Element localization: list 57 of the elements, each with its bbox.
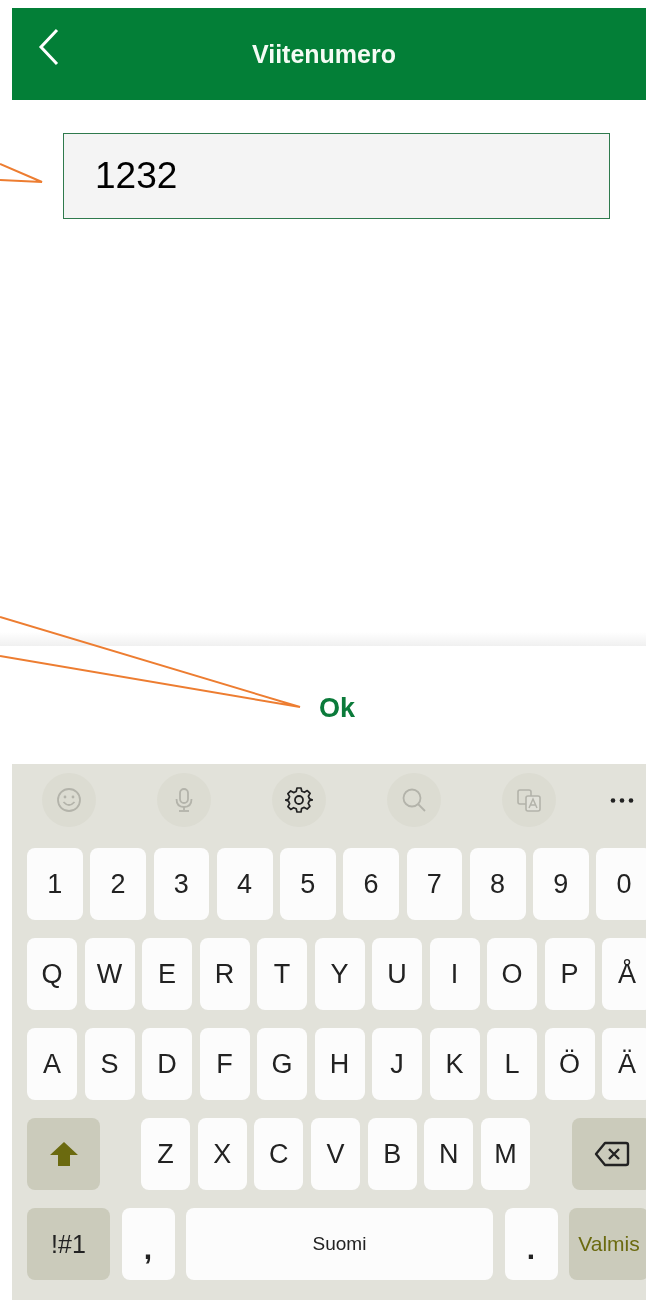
keyboard-key[interactable]: O [487,938,537,1010]
keyboard-key[interactable]: 9 [533,848,589,920]
keyboard-key[interactable]: 7 [406,848,463,920]
keyboard-key[interactable]: Ö [544,1028,595,1100]
keyboard-key[interactable]: Y [314,938,365,1010]
keyboard-key[interactable]: . [504,1208,558,1280]
keyboard-key[interactable]: R [199,938,250,1010]
keyboard-key[interactable]: 4 [216,848,273,920]
keyboard-key[interactable]: L [487,1028,537,1100]
keyboard-key[interactable]: B [367,1118,417,1190]
translate-icon [515,786,543,814]
keyboard-key[interactable]: V [310,1118,361,1190]
keyboard-key[interactable]: Q [27,938,77,1010]
keyboard-key[interactable]: U [372,938,422,1010]
keyboard-key[interactable]: H [314,1028,365,1100]
smiley-icon [55,786,83,814]
keyboard-key[interactable]: C [254,1118,304,1190]
keyboard-key[interactable]: Z [141,1118,191,1190]
keyboard-key[interactable]: 2 [90,848,146,920]
keyboard-key[interactable]: 5 [280,848,336,920]
symbols-key[interactable]: !#1 [27,1208,110,1280]
shift-key[interactable] [27,1118,100,1190]
back-icon [38,28,60,66]
keyboard-key[interactable]: G [257,1028,307,1100]
keyboard-key[interactable]: Å [602,938,646,1010]
keyboard-key[interactable]: T [257,938,307,1010]
keyboard-key[interactable]: 8 [469,848,526,920]
ok-button[interactable]: Ok [315,690,359,726]
space-key[interactable]: Suomi [186,1208,493,1280]
search-icon [400,786,428,814]
keyboard-key[interactable]: J [372,1028,422,1100]
leader-line [0,163,43,183]
keyboard-key[interactable]: I [429,938,480,1010]
keyboard-key[interactable]: 3 [153,848,210,920]
keyboard-key[interactable]: P [544,938,595,1010]
keyboard-key[interactable]: N [424,1118,474,1190]
keyboard-key[interactable]: 6 [343,848,399,920]
more-icon [609,797,635,803]
input-field[interactable]: 1232 [63,133,610,219]
keyboard-key[interactable]: A [27,1028,77,1100]
keyboard-key[interactable]: D [142,1028,192,1100]
keyboard-key[interactable]: M [480,1118,530,1190]
keyboard-key[interactable]: , [121,1208,175,1280]
keyboard-key[interactable]: F [199,1028,250,1100]
keyboard-key[interactable]: W [84,938,135,1010]
screen-title: Viitenumero [252,39,396,69]
keyboard-key[interactable]: X [197,1118,247,1190]
keyboard-key[interactable]: K [429,1028,480,1100]
keyboard-key[interactable]: 1 [27,848,83,920]
settings-icon [285,786,313,814]
keyboard-key[interactable]: Ä [602,1028,646,1100]
backspace-key[interactable] [572,1118,646,1190]
backspace-icon [594,1141,630,1167]
keyboard-key[interactable]: E [142,938,192,1010]
up-arrow-icon [48,1141,79,1167]
keyboard-key[interactable]: 0 [596,848,646,920]
keyboard-key[interactable]: S [84,1028,135,1100]
